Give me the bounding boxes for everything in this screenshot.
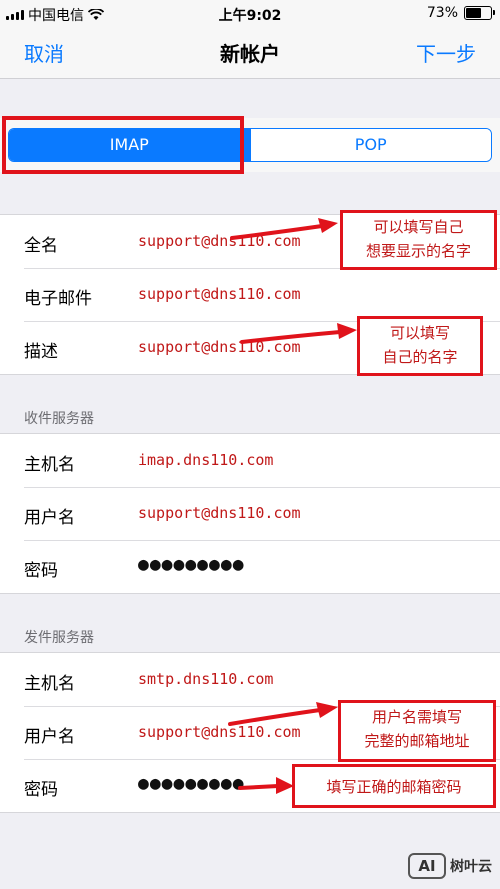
outgoing-password-annotation: 填写正确的邮箱密码	[292, 764, 496, 808]
segment-pop[interactable]: POP	[249, 129, 491, 161]
protocol-segment-area: IMAP POP	[0, 118, 500, 172]
outgoing-password-label: 密码	[24, 780, 58, 800]
outgoing-user-annotation-line2: 完整的邮箱地址	[364, 732, 470, 750]
incoming-host-label: 主机名	[24, 455, 75, 475]
protocol-segmented-control: IMAP POP	[8, 128, 492, 162]
incoming-user-field[interactable]: support@dns110.com	[138, 504, 301, 522]
outgoing-user-field[interactable]: support@dns110.com	[138, 723, 301, 741]
outgoing-password-field[interactable]: ●●●●●●●●●	[138, 773, 245, 794]
incoming-server-group: 主机名 imap.dns110.com 用户名 support@dns110.c…	[0, 433, 500, 594]
description-field[interactable]: support@dns110.com	[138, 338, 301, 356]
outgoing-user-annotation: 用户名需填写 完整的邮箱地址	[338, 700, 496, 762]
fullname-field[interactable]: support@dns110.com	[138, 232, 301, 250]
incoming-password-label: 密码	[24, 561, 58, 581]
outgoing-host-label: 主机名	[24, 674, 75, 694]
incoming-host-row[interactable]: 主机名 imap.dns110.com	[0, 434, 500, 487]
status-bar: 中国电信 上午9:02 73%	[0, 0, 500, 28]
battery-percent: 73%	[426, 5, 458, 21]
email-field[interactable]: support@dns110.com	[138, 285, 301, 303]
fullname-annotation-line1: 可以填写自己	[373, 218, 464, 236]
watermark-logo: AI	[408, 853, 446, 879]
description-label: 描述	[24, 342, 58, 362]
outgoing-server-header: 发件服务器	[24, 630, 94, 646]
battery-fill	[466, 8, 482, 18]
status-right: 73%	[426, 5, 495, 21]
description-annotation-line2: 自己的名字	[382, 348, 458, 366]
fullname-annotation: 可以填写自己 想要显示的名字	[340, 210, 497, 270]
outgoing-host-row[interactable]: 主机名 smtp.dns110.com	[0, 653, 500, 706]
incoming-user-row[interactable]: 用户名 support@dns110.com	[0, 487, 500, 540]
email-row[interactable]: 电子邮件 support@dns110.com	[0, 268, 500, 321]
email-label: 电子邮件	[24, 289, 92, 309]
battery-icon	[464, 6, 495, 20]
segment-imap[interactable]: IMAP	[9, 129, 250, 161]
watermark: AI 树叶云	[408, 853, 492, 879]
watermark-text: 树叶云	[450, 859, 492, 875]
description-annotation: 可以填写 自己的名字	[357, 316, 483, 376]
description-annotation-line1: 可以填写	[389, 324, 450, 342]
status-time: 上午9:02	[218, 8, 282, 24]
fullname-annotation-line2: 想要显示的名字	[365, 242, 471, 260]
incoming-user-label: 用户名	[24, 508, 75, 528]
incoming-server-header: 收件服务器	[24, 411, 94, 427]
fullname-label: 全名	[24, 236, 58, 256]
incoming-password-field[interactable]: ●●●●●●●●●	[138, 554, 245, 575]
outgoing-password-annotation-line1: 填写正确的邮箱密码	[326, 778, 462, 796]
outgoing-user-label: 用户名	[24, 727, 75, 747]
outgoing-user-annotation-line1: 用户名需填写	[371, 708, 462, 726]
outgoing-host-field[interactable]: smtp.dns110.com	[138, 670, 273, 688]
next-button[interactable]: 下一步	[416, 38, 476, 67]
navigation-bar: 取消 新帐户 下一步	[0, 28, 500, 79]
incoming-password-row[interactable]: 密码 ●●●●●●●●●	[0, 540, 500, 593]
incoming-host-field[interactable]: imap.dns110.com	[138, 451, 273, 469]
